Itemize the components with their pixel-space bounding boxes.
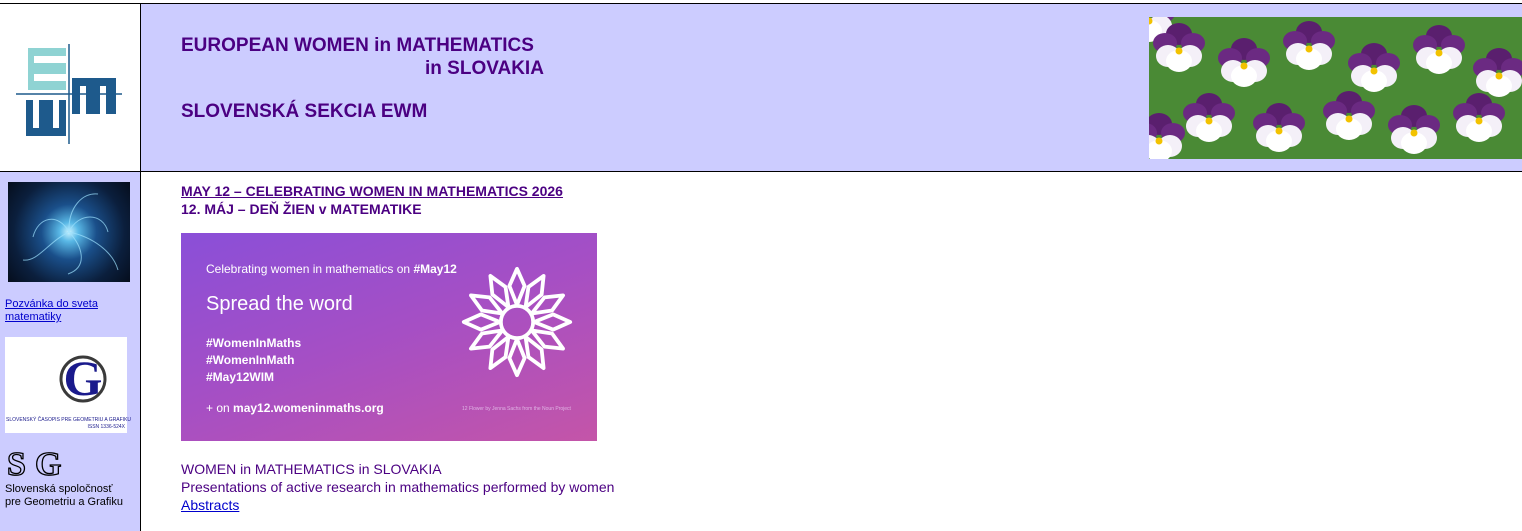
journal-name: SLOVENSKÝ ČASOPIS PRE GEOMETRIU A GRAFIK… (6, 417, 132, 423)
banner-spread: Spread the word (206, 293, 353, 315)
site-subtitle: SLOVENSKÁ SEKCIA EWM (181, 101, 428, 122)
site-title: EUROPEAN WOMEN in MATHEMATICS (181, 35, 534, 56)
banner-site: + on may12.womeninmaths.org (206, 401, 384, 415)
journal-logo[interactable]: G SLOVENSKÝ ČASOPIS PRE GEOMETRIU A GRAF… (5, 337, 131, 433)
may12-banner[interactable]: Celebrating women in mathematics on #May… (181, 233, 597, 441)
banner-tag: #WomenInMath (206, 353, 295, 367)
main-content: MAY 12 – CELEBRATING WOMEN IN MATHEMATIC… (141, 172, 1522, 531)
svg-text:S: S (7, 446, 26, 481)
svg-text:G: G (35, 446, 61, 481)
may12-news-subtitle: 12. MÁJ – DEŇ ŽIEN v MATEMATIKE (181, 201, 422, 217)
banner-credit: 12 Flower by Jenna Sachs from the Noun P… (462, 406, 571, 412)
ewm-logo-icon[interactable] (0, 4, 140, 171)
section-title: WOMEN in MATHEMATICS in SLOVAKIA (181, 461, 442, 477)
sidebar: Pozvánka do sveta matematiky G SLOVENSKÝ… (0, 172, 140, 531)
banner-line1: Celebrating women in mathematics on #May… (206, 262, 457, 276)
section-description: Presentations of active research in math… (181, 479, 615, 495)
site-header: EUROPEAN WOMEN in MATHEMATICS in SLOVAKI… (141, 4, 1522, 171)
fractal-spiral-image[interactable] (8, 182, 130, 282)
sgg-name-line2: pre Geometriu a Grafiku (5, 496, 123, 508)
banner-tag: #May12WIM (206, 370, 275, 384)
site-title-line2: in SLOVAKIA (425, 58, 544, 79)
may12-news-link[interactable]: MAY 12 – CELEBRATING WOMEN IN MATHEMATIC… (181, 183, 563, 199)
abstracts-link[interactable]: Abstracts (181, 497, 239, 513)
journal-issn: ISSN 1336-524X (87, 424, 125, 430)
flower-icon (461, 266, 573, 378)
sgg-name-line1: Slovenská spoločnosť (5, 483, 113, 495)
sgg-logo-icon[interactable]: S G (5, 445, 75, 483)
svg-text:G: G (64, 350, 103, 406)
logo-cell (0, 4, 140, 171)
pansy-flowers-photo (1149, 17, 1522, 159)
banner-tag: #WomenInMaths (206, 336, 302, 350)
invite-link[interactable]: Pozvánka do sveta matematiky (5, 298, 120, 324)
